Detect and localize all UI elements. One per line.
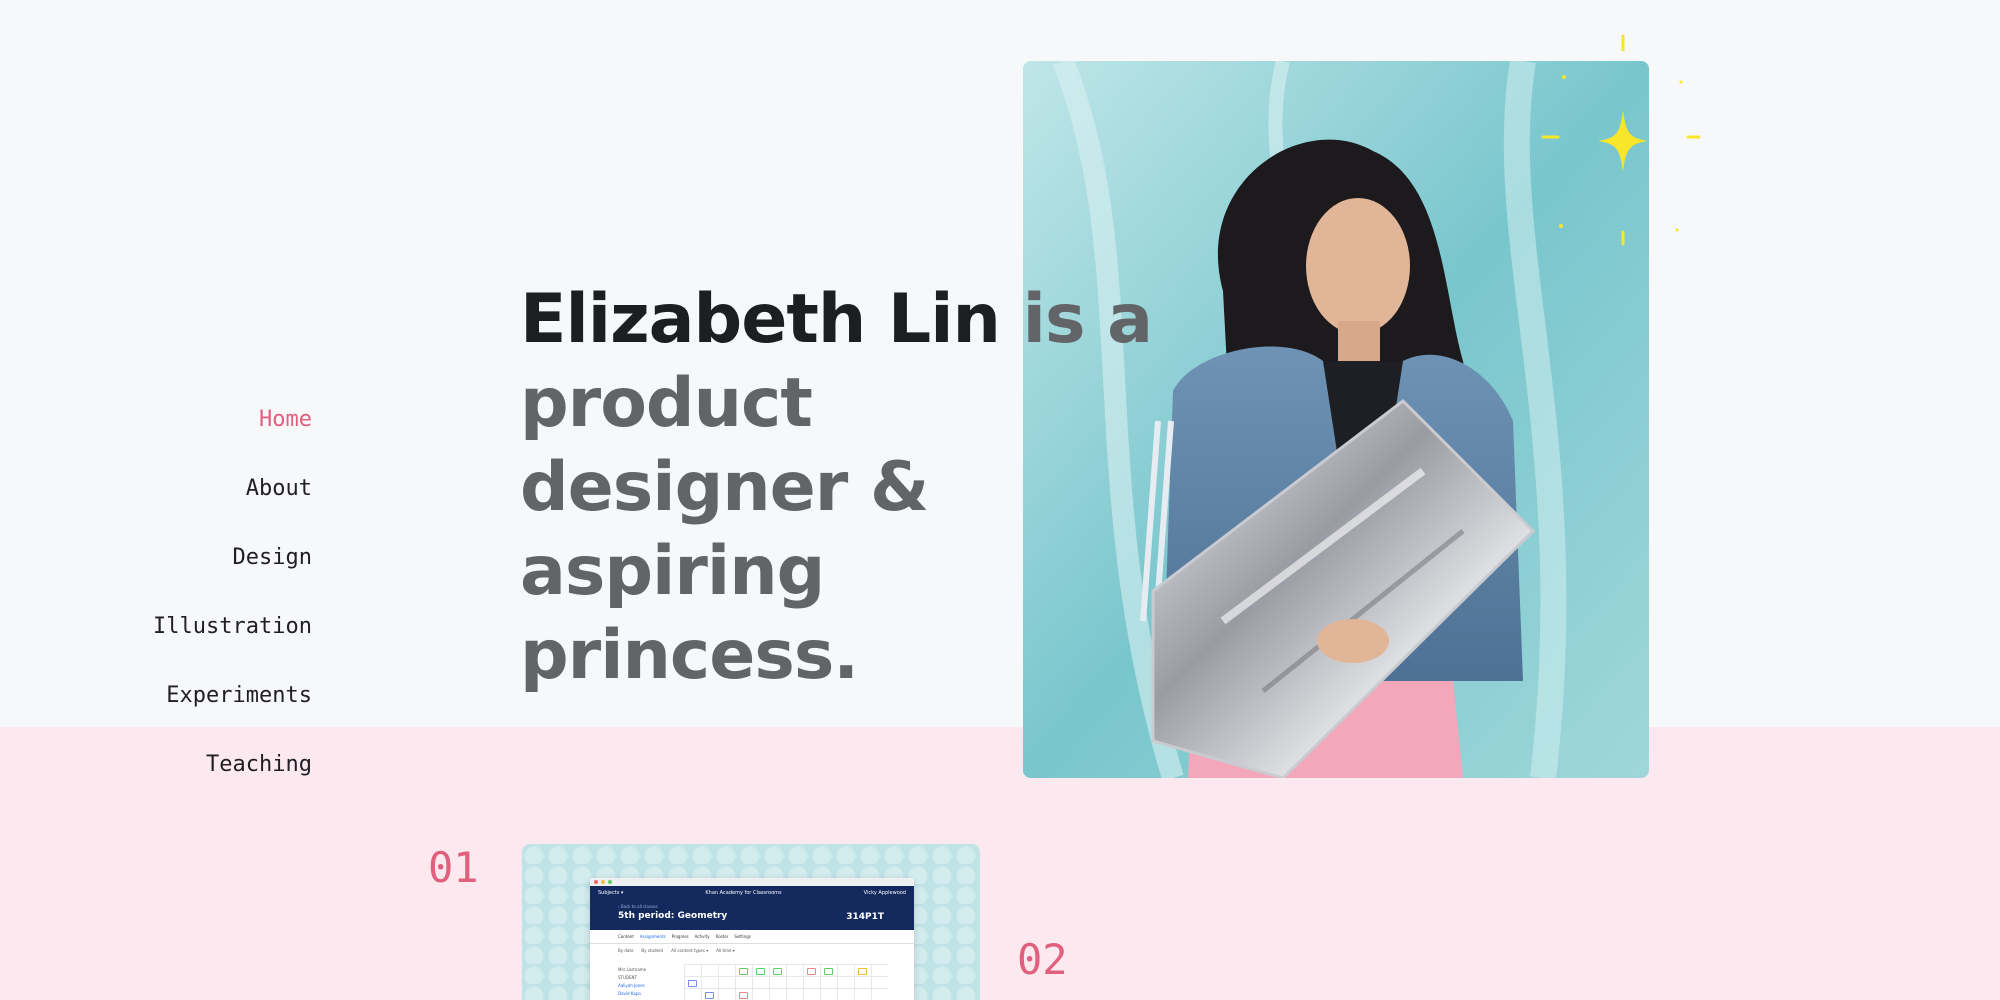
browser-chrome (590, 878, 914, 886)
thumbnail-tab: Settings (734, 934, 751, 939)
thumbnail-side-label: Mrs Lastname (618, 967, 647, 972)
nav-item-illustration[interactable]: Illustration (153, 607, 312, 676)
sidebar-nav: Home About Design Illustration Experimen… (153, 400, 312, 814)
thumbnail-topbar: Subjects ▾ Khan Academy for Classrooms V… (590, 886, 914, 900)
thumbnail-app-title: Khan Academy for Classrooms (705, 890, 782, 896)
hero-headline: Elizabeth Lin is a product designer & as… (520, 278, 1160, 698)
thumbnail-breadcrumb: ‹ Back to all classes (618, 904, 658, 909)
project-thumbnail-khan-academy[interactable]: Subjects ▾ Khan Academy for Classrooms V… (522, 844, 980, 1000)
thumbnail-tab: Assignments (639, 934, 666, 939)
thumbnail-class-header: ‹ Back to all classes 5th period: Geomet… (590, 900, 914, 930)
nav-item-home[interactable]: Home (153, 400, 312, 469)
thumbnail-filter: All content types ▾ (671, 948, 709, 953)
nav-item-experiments[interactable]: Experiments (153, 676, 312, 745)
thumbnail-filter: By date (618, 948, 634, 953)
thumbnail-student: David Kapo (618, 991, 641, 996)
nav-item-teaching[interactable]: Teaching (153, 745, 312, 814)
thumbnail-class-code: 314P1T (846, 912, 884, 922)
thumbnail-tab: Activity (694, 934, 710, 939)
thumbnail-tab: Content (618, 934, 634, 939)
thumbnail-tab: Progress (671, 934, 689, 939)
thumbnail-tabs: Content Assignments Progress Activity Ro… (590, 930, 914, 944)
thumbnail-filter: All time ▾ (716, 948, 735, 953)
thumbnail-filters: By date By student All content types ▾ A… (590, 944, 914, 957)
project-number-02: 02 (1017, 935, 1068, 984)
thumbnail-side-header: STUDENT (618, 975, 637, 980)
project-number-01: 01 (428, 843, 479, 892)
hero-name: Elizabeth Lin (520, 280, 1001, 359)
thumbnail-tab: Roster (715, 934, 729, 939)
thumbnail-filter: By student (641, 948, 664, 953)
nav-item-design[interactable]: Design (153, 538, 312, 607)
nav-item-about[interactable]: About (153, 469, 312, 538)
thumbnail-subjects-menu: Subjects ▾ (598, 890, 624, 896)
sparkle-icon (1541, 34, 1700, 246)
thumbnail-student: Aaliyah Jones (618, 983, 645, 988)
thumbnail-screenshot: Subjects ▾ Khan Academy for Classrooms V… (590, 878, 914, 1000)
thumbnail-user-name: Vicky Applewood (863, 890, 906, 896)
thumbnail-progress-grid (684, 964, 888, 1000)
thumbnail-student-list: Mrs Lastname STUDENT Aaliyah Jones David… (618, 966, 646, 998)
